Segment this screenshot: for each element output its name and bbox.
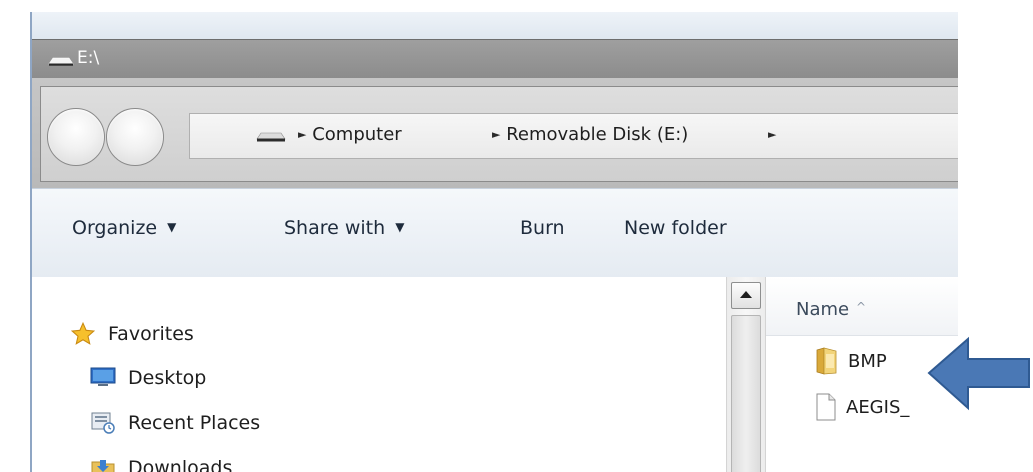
- breadcrumb-removable-disk[interactable]: ► Removable Disk (E:): [492, 124, 688, 145]
- file-icon: [816, 393, 836, 421]
- breadcrumb-drive-icon: [256, 132, 286, 142]
- share-with-label: Share with: [284, 217, 386, 239]
- navigation-scrollbar[interactable]: [726, 277, 766, 472]
- scrollbar-thumb[interactable]: [731, 315, 761, 472]
- back-button[interactable]: [47, 108, 105, 166]
- breadcrumb-dropdown[interactable]: ►: [768, 124, 776, 145]
- nav-item-downloads[interactable]: Downloads: [90, 453, 232, 472]
- breadcrumb-arrow-icon[interactable]: ►: [492, 128, 500, 141]
- downloads-folder-icon: [91, 460, 115, 472]
- name-column-label: Name: [796, 299, 850, 320]
- breadcrumb[interactable]: ► Computer ► Removable Disk (E:) ►: [189, 113, 958, 159]
- organize-label: Organize: [72, 217, 158, 239]
- name-column-header[interactable]: Name ^: [766, 277, 958, 336]
- drive-icon: [48, 57, 74, 66]
- address-bar-area: ► Computer ► Removable Disk (E:) ►: [32, 78, 958, 188]
- nav-item-label: Downloads: [128, 457, 233, 472]
- share-with-button[interactable]: Share with ▼: [284, 217, 404, 239]
- explorer-window: E:\ ► Computer ► Removable Disk (E:) ► O…: [30, 12, 958, 472]
- breadcrumb-arrow-icon[interactable]: ►: [768, 128, 776, 141]
- nav-item-label: Favorites: [108, 323, 194, 345]
- sort-indicator-icon: ^: [856, 300, 867, 314]
- breadcrumb-computer-label: Computer: [312, 124, 402, 145]
- folder-icon: [816, 347, 837, 375]
- nav-item-favorites[interactable]: Favorites: [70, 319, 194, 349]
- navigation-pane: Favorites Desktop Recent Places Download…: [32, 277, 726, 472]
- chevron-down-icon: ▼: [167, 220, 177, 234]
- nav-item-label: Desktop: [128, 367, 207, 389]
- window-title: E:\: [77, 48, 100, 68]
- nav-item-recent-places[interactable]: Recent Places: [90, 408, 260, 438]
- file-item-label: AEGIS_: [846, 396, 910, 418]
- breadcrumb-computer[interactable]: ► Computer: [298, 124, 402, 145]
- address-bar-frame: ► Computer ► Removable Disk (E:) ►: [40, 86, 958, 182]
- command-bar: Organize ▼ Share with ▼ Burn New folder: [32, 188, 958, 278]
- recent-places-icon: [91, 412, 115, 434]
- title-bar: E:\: [32, 39, 958, 78]
- window-top-band: [32, 12, 958, 39]
- chevron-down-icon: ▼: [395, 220, 405, 234]
- callout-arrow-icon: [927, 336, 1030, 411]
- file-item-aegis[interactable]: AEGIS_: [814, 389, 909, 425]
- nav-item-label: Recent Places: [128, 412, 261, 434]
- desktop-icon: [90, 367, 116, 386]
- star-icon: [70, 321, 96, 345]
- file-item-bmp[interactable]: BMP: [814, 343, 887, 379]
- burn-button[interactable]: Burn: [520, 217, 565, 239]
- nav-item-desktop[interactable]: Desktop: [90, 363, 206, 393]
- breadcrumb-removable-disk-label: Removable Disk (E:): [506, 124, 689, 145]
- forward-button[interactable]: [106, 108, 164, 166]
- new-folder-button[interactable]: New folder: [624, 217, 727, 239]
- scroll-up-button[interactable]: [731, 282, 761, 309]
- organize-button[interactable]: Organize ▼: [72, 217, 176, 239]
- breadcrumb-arrow-icon[interactable]: ►: [298, 128, 306, 141]
- file-item-label: BMP: [848, 350, 887, 372]
